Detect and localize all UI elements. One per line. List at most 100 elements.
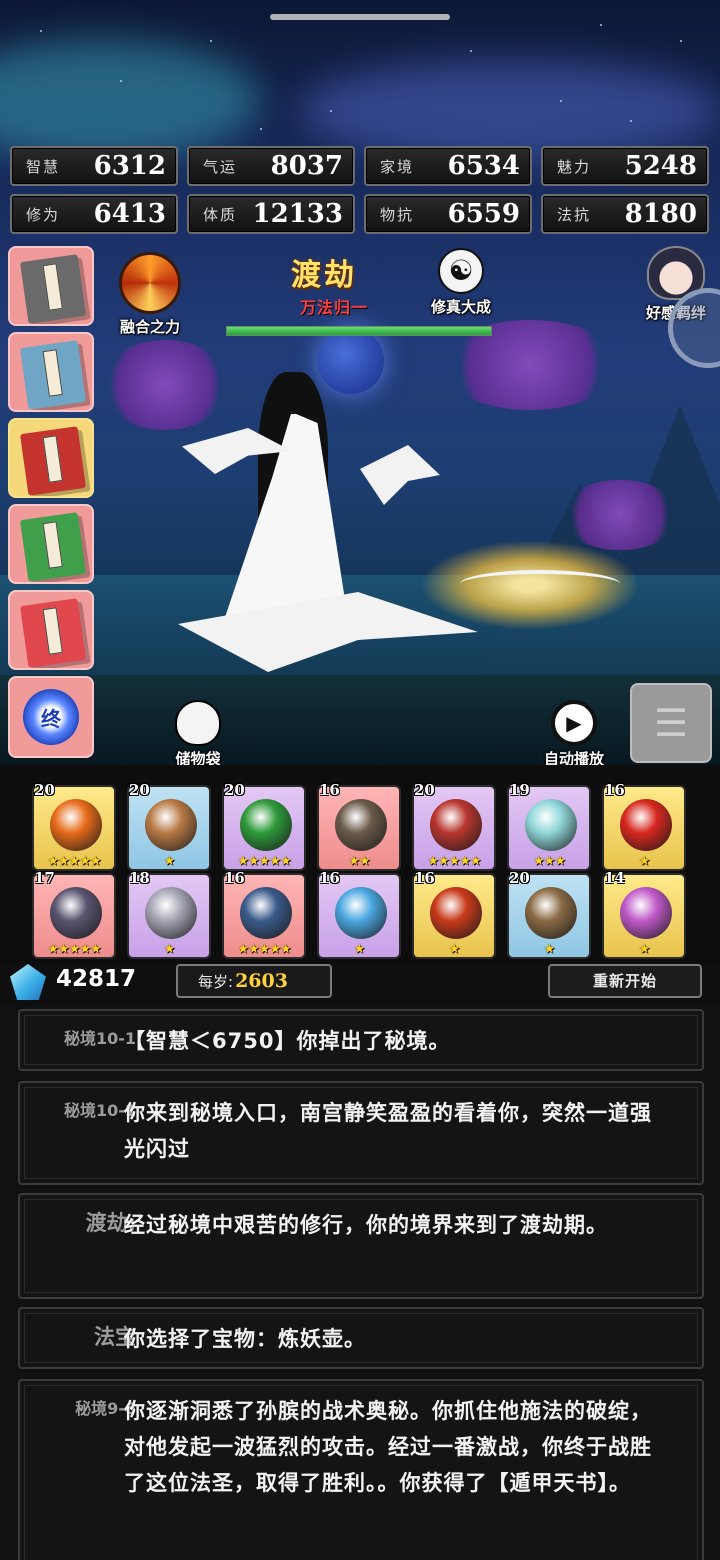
log-tag: 秘境10-1 (63, 1029, 136, 1048)
cultivation-button[interactable]: ☯ 修真大成 (428, 248, 494, 317)
final-skill-button[interactable]: 终 (8, 676, 94, 758)
treasure-stars: ★ (638, 854, 651, 869)
treasure-level: 16 (319, 869, 340, 887)
stat-label: 魅力 (557, 157, 592, 176)
treasure-level: 20 (34, 781, 55, 799)
stat-value: 6413 (93, 199, 166, 229)
scroll-icon: ☰ (653, 701, 689, 745)
book-icon (19, 512, 87, 582)
treasure-slot[interactable]: 16 ★ (317, 869, 401, 959)
stat-label: 智慧 (26, 157, 61, 176)
final-orb-icon: 终 (23, 689, 79, 745)
storage-bag-button[interactable]: 储物袋 (160, 700, 236, 769)
book-icon (19, 598, 87, 668)
skill-book-2[interactable] (8, 332, 94, 412)
stat-charm: 魅力 5248 (541, 146, 709, 186)
blade-icon (240, 887, 292, 939)
treasure-stars: ★ (163, 854, 176, 869)
treasure-level: 20 (224, 781, 245, 799)
game-scene (0, 0, 720, 765)
stat-value: 6312 (93, 151, 166, 181)
stats-panel: 智慧 6312 气运 8037 家境 6534 魅力 5248 修为 6413 体质 121… (10, 146, 710, 234)
skill-book-4[interactable] (8, 504, 94, 584)
treasure-slot[interactable]: 16 ★ (412, 869, 496, 959)
stat-cultivation: 修为 6413 (10, 194, 178, 234)
treasure-slot[interactable]: 18 ★ (127, 869, 211, 959)
log-text: 你来到秘境入口，南宫静笑盈盈的看着你，突然一道强光闪过 (124, 1101, 652, 1161)
golden-dragon (420, 540, 640, 630)
stat-label: 法抗 (557, 205, 592, 224)
treasure-stars: ★★★★★ (47, 854, 101, 869)
skill-book-1[interactable] (8, 246, 94, 326)
gem-count: 42817 (56, 966, 137, 992)
stat-value: 12133 (252, 199, 343, 229)
treasure-stars: ★ (448, 942, 461, 957)
log-entry: 秘境10-1 【智慧＜6750】你掉出了秘境。 (18, 1009, 704, 1071)
red-armor-icon (430, 887, 482, 939)
treasure-slot[interactable]: 20 ★ (127, 781, 211, 871)
crystal-icon (10, 964, 46, 1000)
per-year-label: 每岁: (198, 972, 234, 991)
scroll-button[interactable]: ☰ (630, 683, 712, 763)
skill-book-3[interactable] (8, 418, 94, 498)
stat-magic-resist: 法抗 8180 (541, 194, 709, 234)
treasure-slot[interactable]: 16 ★★ (317, 781, 401, 871)
fan-icon (525, 887, 577, 939)
treasure-slot[interactable]: 20 ★★★★★ (412, 781, 496, 871)
log-tag: 渡劫: (85, 1211, 136, 1235)
treasure-level: 16 (604, 781, 625, 799)
meditation-icon: ☯ (438, 248, 484, 294)
stat-label: 家境 (380, 157, 415, 176)
cultivation-label: 修真大成 (430, 298, 491, 316)
currency-bar: 42817 每岁: 2603 重新开始 (0, 962, 720, 1002)
stat-wisdom: 智慧 6312 (10, 146, 178, 186)
stat-physical-resist: 物抗 6559 (364, 194, 532, 234)
treasure-slot[interactable]: 19 ★★★ (507, 781, 591, 871)
teapot-icon (620, 887, 672, 939)
event-log[interactable]: 秘境10-1 【智慧＜6750】你掉出了秘境。 秘境10-1 你来到秘境入口，南… (0, 1005, 720, 1560)
treasure-level: 16 (319, 781, 340, 799)
realm-progress-fill (227, 327, 491, 335)
treasure-stars: ★★★★★ (237, 854, 291, 869)
home-indicator (270, 14, 450, 20)
stat-value: 8037 (270, 151, 343, 181)
stat-label: 物抗 (380, 205, 415, 224)
auto-play-button[interactable]: ▶ 自动播放 (528, 700, 620, 769)
stat-constitution: 体质 12133 (187, 194, 355, 234)
treasure-slot[interactable]: 20 ★★★★★ (222, 781, 306, 871)
log-text: 你选择了宝物：炼妖壶。 (124, 1327, 366, 1351)
restart-button[interactable]: 重新开始 (548, 964, 702, 998)
crane (360, 445, 440, 505)
treasure-slot[interactable]: 20 ★★★★★ (32, 781, 116, 871)
sword-icon (145, 799, 197, 851)
treasure-slot[interactable]: 17 ★★★★★ (32, 869, 116, 959)
treasure-level: 20 (129, 781, 150, 799)
book-icon (19, 426, 87, 496)
stat-label: 气运 (203, 157, 238, 176)
treasure-stars: ★ (353, 942, 366, 957)
treasure-stars: ★★★ (533, 854, 566, 869)
log-tag: 法宝 (94, 1325, 136, 1349)
log-entry: 法宝 你选择了宝物：炼妖壶。 (18, 1307, 704, 1369)
per-year-display: 每岁: 2603 (176, 964, 332, 998)
book-icon (19, 254, 87, 324)
treasure-grid: 20 ★★★★★ 20 ★ 20 ★★★★★ 16 ★★ 20 ★★★★★ 19 ★★★ 16 ★ 17 ★★… (0, 765, 720, 965)
treasure-slot[interactable]: 20 ★ (507, 869, 591, 959)
blossom-tree (560, 480, 680, 550)
stat-luck: 气运 8037 (187, 146, 355, 186)
per-year-value: 2603 (235, 970, 288, 992)
treasure-slot[interactable]: 14 ★ (602, 869, 686, 959)
blue-orb-icon (335, 887, 387, 939)
log-entry: 秘境10-1 你来到秘境入口，南宫静笑盈盈的看着你，突然一道强光闪过 (18, 1081, 704, 1185)
treasure-slot[interactable]: 16 ★★★★★ (222, 869, 306, 959)
treasure-stars: ★ (163, 942, 176, 957)
treasure-stars: ★★★★★ (427, 854, 481, 869)
log-tag: 秘境9-6 (75, 1399, 136, 1418)
treasure-slot[interactable]: 16 ★ (602, 781, 686, 871)
treasure-stars: ★ (543, 942, 556, 957)
log-text: 你逐渐洞悉了孙膑的战术奥秘。你抓住他施法的破绽，对他发起一波猛烈的攻击。经过一番… (124, 1399, 652, 1495)
treasure-stars: ★★★★★ (47, 942, 101, 957)
treasure-level: 16 (414, 869, 435, 887)
skill-book-5[interactable] (8, 590, 94, 670)
stat-family: 家境 6534 (364, 146, 532, 186)
